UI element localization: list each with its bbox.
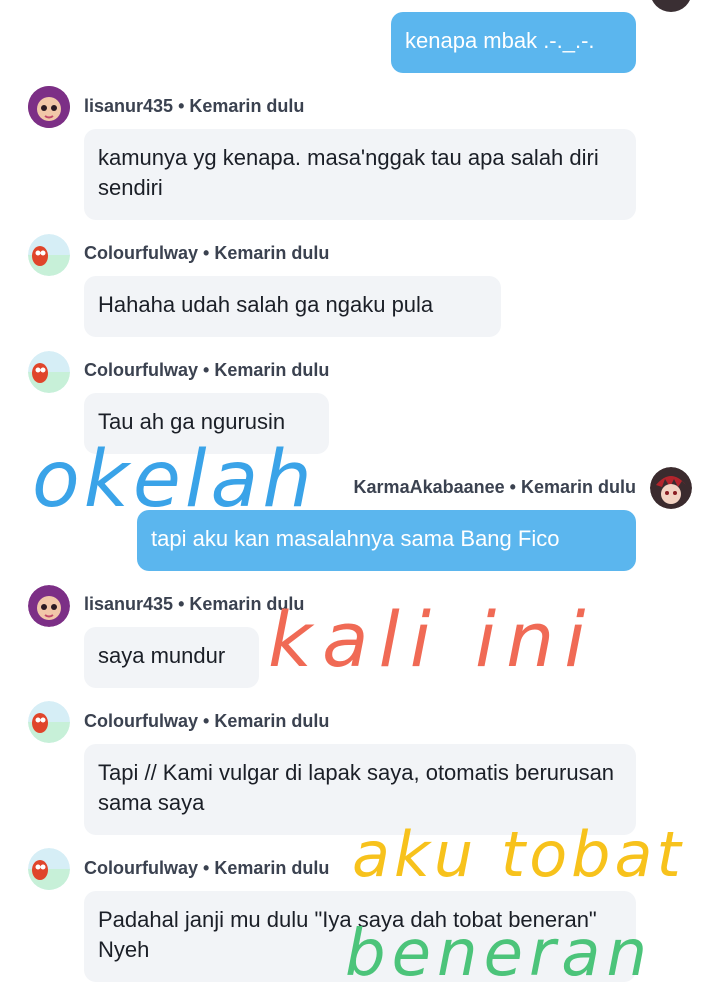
avatar[interactable] bbox=[28, 351, 70, 393]
message-text: saya mundur bbox=[98, 643, 226, 668]
avatar[interactable] bbox=[28, 86, 70, 128]
avatar[interactable] bbox=[28, 701, 70, 743]
message-bubble: Tapi // Kami vulgar di lapak saya, otoma… bbox=[84, 744, 636, 835]
message-text: kamunya yg kenapa. masa'nggak tau apa sa… bbox=[98, 145, 599, 200]
message-bubble: Hahaha udah salah ga ngaku pula bbox=[84, 276, 501, 337]
message-meta: Colourfulway • Kemarin dulu bbox=[84, 858, 330, 878]
timestamp: Kemarin dulu bbox=[214, 243, 330, 263]
avatar-image bbox=[650, 467, 692, 509]
message-meta: KarmaAkabaanee • Kemarin dulu bbox=[353, 477, 636, 497]
username[interactable]: KarmaAkabaanee bbox=[354, 477, 505, 497]
timestamp: Kemarin dulu bbox=[189, 96, 305, 116]
message-text: Tapi // Kami vulgar di lapak saya, otoma… bbox=[98, 760, 615, 815]
message-meta: lisanur435 • Kemarin dulu bbox=[84, 594, 305, 614]
message-meta: lisanur435 • Kemarin dulu bbox=[84, 96, 305, 116]
timestamp: Kemarin dulu bbox=[214, 360, 330, 380]
message-bubble: saya mundur bbox=[84, 627, 259, 688]
avatar[interactable] bbox=[28, 585, 70, 627]
username[interactable]: Colourfulway bbox=[84, 243, 198, 263]
message-text: tapi aku kan masalahnya sama Bang Fico bbox=[151, 526, 560, 551]
avatar-image bbox=[28, 585, 70, 627]
username[interactable]: Colourfulway bbox=[84, 858, 198, 878]
message-meta: Colourfulway • Kemarin dulu bbox=[84, 711, 330, 731]
username[interactable]: lisanur435 bbox=[84, 96, 173, 116]
message-bubble: tapi aku kan masalahnya sama Bang Fico bbox=[137, 510, 636, 571]
timestamp: Kemarin dulu bbox=[214, 711, 330, 731]
avatar-image bbox=[28, 701, 70, 743]
avatar-image bbox=[28, 234, 70, 276]
avatar[interactable] bbox=[650, 467, 692, 509]
avatar[interactable] bbox=[28, 234, 70, 276]
timestamp: Kemarin dulu bbox=[214, 858, 330, 878]
message-bubble: Padahal janji mu dulu "Iya saya dah toba… bbox=[84, 891, 636, 982]
avatar-image bbox=[28, 86, 70, 128]
message-bubble: Tau ah ga ngurusin bbox=[84, 393, 329, 454]
avatar[interactable] bbox=[28, 848, 70, 890]
message-text: Tau ah ga ngurusin bbox=[98, 409, 286, 434]
message-meta: Colourfulway • Kemarin dulu bbox=[84, 360, 330, 380]
handwriting-red: kali ini bbox=[268, 595, 596, 684]
avatar-image bbox=[28, 351, 70, 393]
username[interactable]: lisanur435 bbox=[84, 594, 173, 614]
message-meta: Colourfulway • Kemarin dulu bbox=[84, 243, 330, 263]
message-bubble: kenapa mbak .-._.-. bbox=[391, 12, 636, 73]
message-text: kenapa mbak .-._.-. bbox=[405, 28, 595, 53]
message-text: Padahal janji mu dulu "Iya saya dah toba… bbox=[98, 907, 597, 962]
timestamp: Kemarin dulu bbox=[520, 477, 636, 497]
avatar[interactable] bbox=[650, 0, 692, 12]
message-bubble: kamunya yg kenapa. masa'nggak tau apa sa… bbox=[84, 129, 636, 220]
username[interactable]: Colourfulway bbox=[84, 711, 198, 731]
timestamp: Kemarin dulu bbox=[189, 594, 305, 614]
username[interactable]: Colourfulway bbox=[84, 360, 198, 380]
message-text: Hahaha udah salah ga ngaku pula bbox=[98, 292, 434, 317]
avatar-image bbox=[28, 848, 70, 890]
